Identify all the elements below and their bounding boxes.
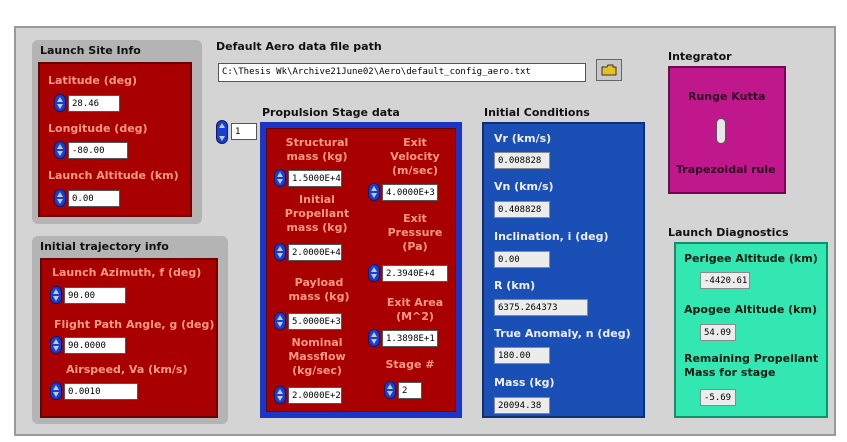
diagnostics-title: Launch Diagnostics bbox=[668, 226, 789, 239]
apogee-label: Apogee Altitude (km) bbox=[684, 303, 817, 316]
longitude-label: Longitude (deg) bbox=[48, 122, 148, 135]
fpa-label: Flight Path Angle, g (deg) bbox=[54, 318, 215, 331]
stage-number-spinner[interactable] bbox=[384, 381, 396, 399]
diagnostics-box bbox=[674, 242, 828, 418]
payload-mass-label: Payload mass (kg) bbox=[288, 276, 350, 303]
exit-area-spinner[interactable] bbox=[368, 329, 380, 347]
remaining-propellant-label: Remaining Propellant Mass for stage bbox=[684, 352, 819, 379]
stage-number-input[interactable]: 2 bbox=[398, 382, 422, 399]
vn-value: 0.408828 bbox=[494, 201, 550, 218]
azimuth-spinner[interactable] bbox=[50, 286, 62, 304]
vr-label: Vr (km/s) bbox=[494, 132, 552, 145]
fpa-spinner[interactable] bbox=[50, 336, 62, 354]
inclination-label: Inclination, i (deg) bbox=[494, 230, 609, 243]
exit-pressure-label: Exit Pressure (Pa) bbox=[387, 212, 443, 253]
azimuth-label: Launch Azimuth, f (deg) bbox=[52, 266, 202, 279]
latitude-input[interactable]: 28.46 bbox=[68, 95, 120, 112]
altitude-spinner[interactable] bbox=[54, 189, 66, 207]
initial-propellant-label: Initial Propellant mass (kg) bbox=[284, 193, 350, 234]
altitude-input[interactable]: 0.00 bbox=[68, 190, 120, 207]
aero-path-title: Default Aero data file path bbox=[216, 40, 382, 53]
airspeed-spinner[interactable] bbox=[50, 382, 62, 400]
folder-browse-button[interactable] bbox=[596, 59, 622, 81]
exit-pressure-input[interactable]: 2.3940E+4 bbox=[382, 265, 448, 282]
exit-area-label: Exit Area (M^2) bbox=[386, 296, 444, 323]
airspeed-input[interactable]: 0.0010 bbox=[64, 383, 138, 400]
integrator-toggle-switch[interactable] bbox=[716, 118, 726, 144]
vn-label: Vn (km/s) bbox=[494, 180, 554, 193]
mass-value: 20094.38 bbox=[494, 397, 550, 414]
exit-velocity-input[interactable]: 4.0000E+3 bbox=[382, 184, 438, 201]
massflow-spinner[interactable] bbox=[274, 386, 286, 404]
initial-propellant-input[interactable]: 2.0000E+4 bbox=[288, 244, 342, 261]
stage-index-spinner[interactable] bbox=[216, 120, 228, 144]
payload-mass-input[interactable]: 5.0000E+3 bbox=[288, 313, 342, 330]
folder-icon bbox=[601, 64, 617, 76]
exit-velocity-spinner[interactable] bbox=[368, 183, 380, 201]
r-value: 6375.264373 bbox=[494, 299, 588, 316]
propulsion-title: Propulsion Stage data bbox=[262, 106, 400, 119]
launch-site-title: Launch Site Info bbox=[40, 44, 141, 57]
longitude-spinner[interactable] bbox=[54, 141, 66, 159]
stage-index-input[interactable]: 1 bbox=[231, 123, 257, 140]
exit-pressure-spinner[interactable] bbox=[368, 264, 380, 282]
integrator-option-top: Runge Kutta bbox=[688, 90, 766, 103]
structural-mass-spinner[interactable] bbox=[274, 169, 286, 187]
structural-mass-input[interactable]: 1.5000E+4 bbox=[288, 170, 342, 187]
longitude-input[interactable]: -80.00 bbox=[68, 142, 128, 159]
integrator-title: Integrator bbox=[668, 50, 732, 63]
mass-label: Mass (kg) bbox=[494, 376, 555, 389]
azimuth-input[interactable]: 90.00 bbox=[64, 287, 126, 304]
perigee-label: Perigee Altitude (km) bbox=[684, 252, 818, 265]
aero-path-input[interactable]: C:\Thesis Wk\Archive21June02\Aero\defaul… bbox=[218, 63, 586, 82]
vr-value: 0.008828 bbox=[494, 152, 550, 169]
true-anomaly-value: 180.00 bbox=[494, 347, 550, 364]
stage-number-label: Stage # bbox=[385, 358, 435, 371]
airspeed-label: Airspeed, Va (km/s) bbox=[66, 363, 188, 376]
structural-mass-label: Structural mass (kg) bbox=[285, 136, 349, 163]
apogee-value: 54.09 bbox=[700, 324, 736, 341]
true-anomaly-label: True Anomaly, n (deg) bbox=[494, 327, 631, 340]
payload-mass-spinner[interactable] bbox=[274, 312, 286, 330]
massflow-label: Nominal Massflow (kg/sec) bbox=[288, 336, 346, 377]
integrator-option-bottom: Trapezoidal rule bbox=[676, 163, 776, 176]
exit-velocity-label: Exit Velocity (m/sec) bbox=[390, 136, 440, 177]
exit-area-input[interactable]: 1.3898E+1 bbox=[382, 330, 438, 347]
latitude-spinner[interactable] bbox=[54, 94, 66, 112]
perigee-value: -4420.61 bbox=[700, 272, 750, 289]
inclination-value: 0.00 bbox=[494, 251, 550, 268]
fpa-input[interactable]: 90.0000 bbox=[64, 337, 126, 354]
initial-conditions-title: Initial Conditions bbox=[484, 106, 590, 119]
remaining-propellant-value: -5.69 bbox=[700, 389, 736, 406]
massflow-input[interactable]: 2.0000E+2 bbox=[288, 387, 342, 404]
latitude-label: Latitude (deg) bbox=[48, 74, 137, 87]
r-label: R (km) bbox=[494, 279, 536, 292]
altitude-label: Launch Altitude (km) bbox=[48, 169, 179, 182]
initial-propellant-spinner[interactable] bbox=[274, 243, 286, 261]
trajectory-title: Initial trajectory info bbox=[40, 240, 169, 253]
